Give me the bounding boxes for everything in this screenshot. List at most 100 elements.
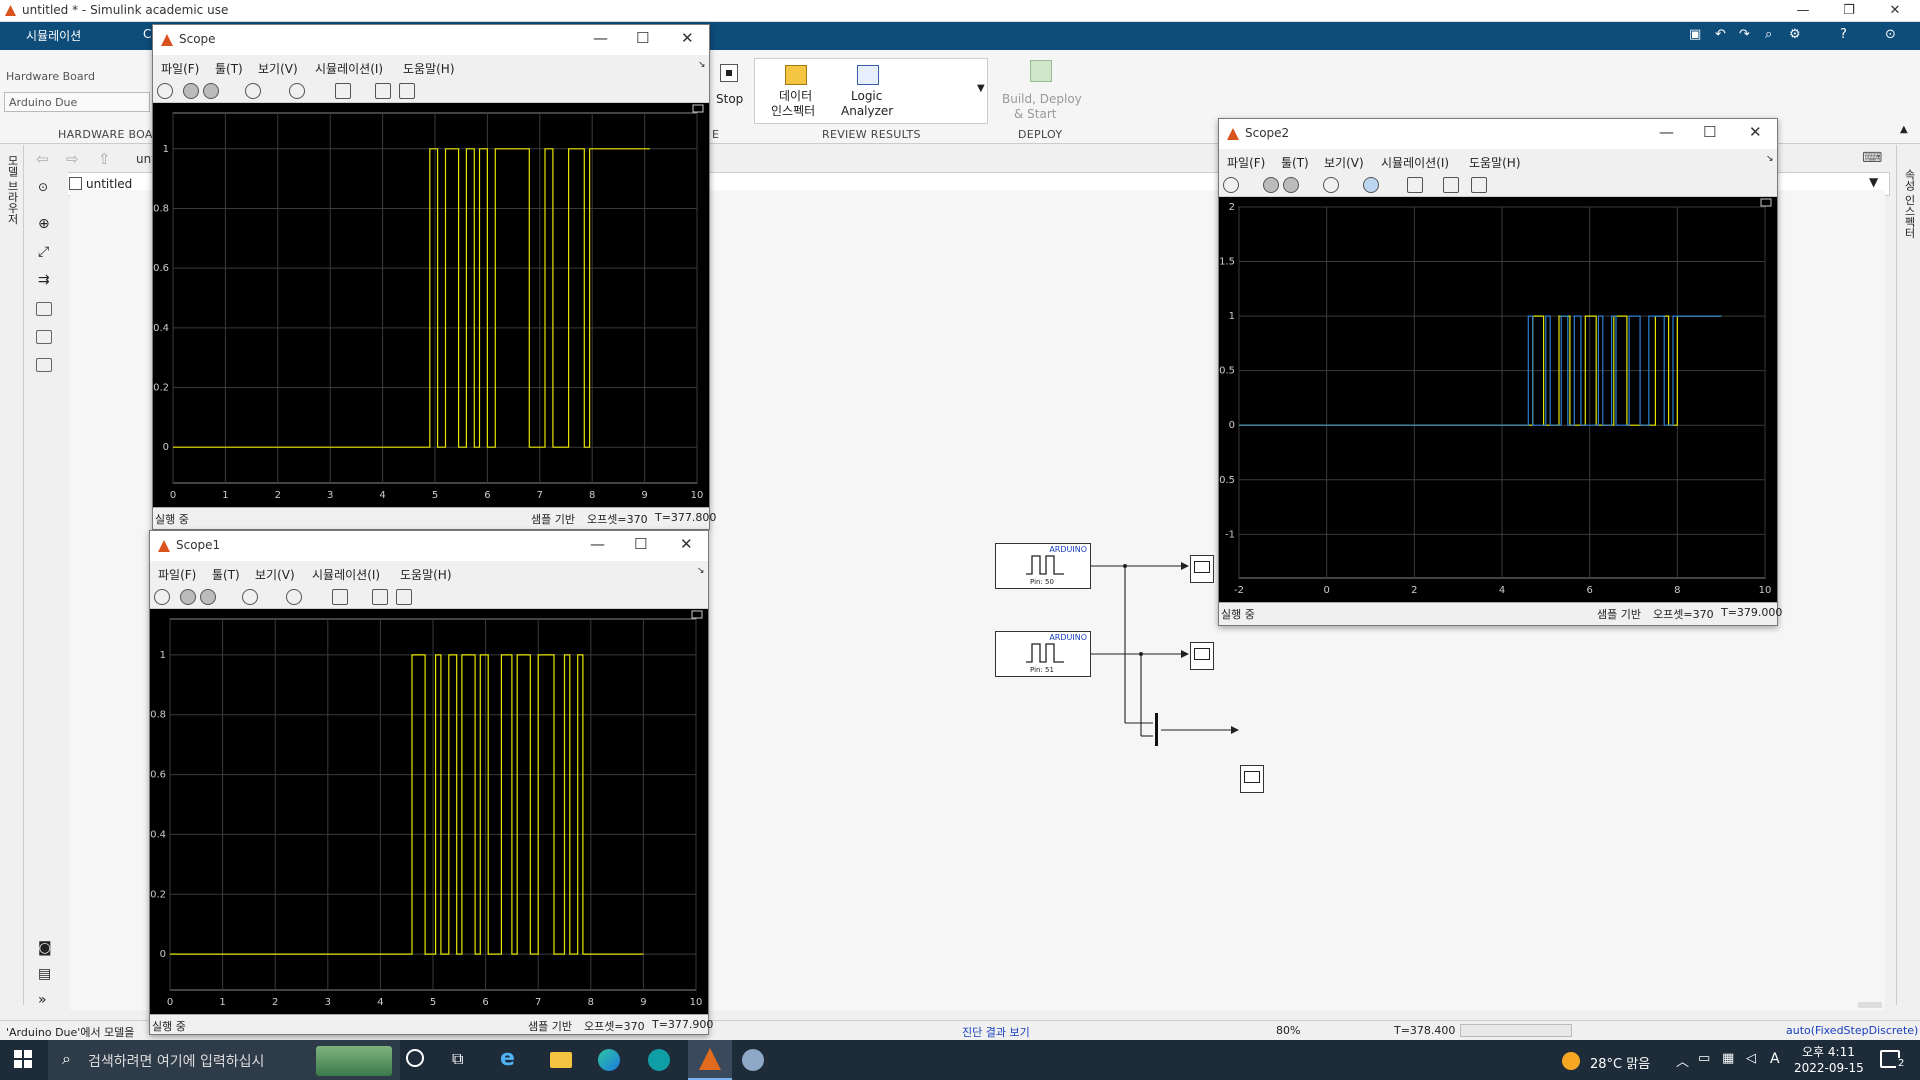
clock-date[interactable]: 2022-09-15	[1794, 1061, 1864, 1075]
minimize-icon[interactable]: —	[593, 29, 608, 47]
data-inspector-button[interactable]: 데이터 인스펙터	[765, 63, 825, 121]
scope-block-2[interactable]	[1190, 642, 1214, 670]
run-icon[interactable]	[180, 589, 196, 605]
minimize-icon[interactable]: —	[1780, 0, 1826, 22]
menu-file[interactable]: 파일(F)	[1227, 154, 1265, 171]
maximize-icon[interactable]: ☐	[636, 29, 649, 47]
scope2-chart[interactable]: -2 0 2 4 6 8 10 -1 -0.5 0 0.5 1 1.5 2	[1215, 197, 1777, 602]
arduino-ide-icon[interactable]	[648, 1049, 670, 1071]
annotation-icon[interactable]	[36, 302, 52, 316]
maximize-icon[interactable]: ☐	[634, 535, 647, 553]
help-icon[interactable]: ?	[1840, 27, 1847, 42]
menu-help[interactable]: 도움말(H)	[403, 60, 455, 77]
triggers-icon[interactable]	[242, 589, 258, 605]
run-icon[interactable]	[1263, 177, 1279, 193]
property-inspector-rail[interactable]: 속성 인스펙터	[1896, 145, 1920, 1005]
menu-tools[interactable]: 툴(T)	[1281, 154, 1309, 171]
forward-icon[interactable]: ⇨	[66, 150, 79, 168]
stop-icon[interactable]	[200, 589, 216, 605]
diagnostics-link[interactable]: 진단 결과 보기	[962, 1024, 1030, 1040]
autoscale-icon[interactable]	[335, 83, 351, 99]
tab-simulation[interactable]: 시뮬레이션	[26, 27, 81, 44]
solver-link[interactable]: auto(FixedStepDiscrete)	[1786, 1024, 1918, 1037]
back-icon[interactable]: ⇦	[36, 150, 49, 168]
settings-icon[interactable]	[1223, 177, 1239, 193]
arrow-icon[interactable]: ⇉	[38, 272, 50, 288]
measure-icon[interactable]	[1471, 177, 1487, 193]
scope1-titlebar[interactable]: Scope1 — ☐ ✕	[150, 531, 708, 561]
search-icon[interactable]: ⌕	[1765, 27, 1772, 42]
stop-icon[interactable]	[1283, 177, 1299, 193]
scope-plot-area[interactable]: 0 1 2 3 4 5 6 7 8 9 10 0 0.2 0.4 0.6 0.8 1	[153, 103, 709, 507]
undock-icon[interactable]: ↘	[697, 566, 705, 576]
camera-icon[interactable]: ◙	[38, 940, 52, 956]
canvas-scrollbar[interactable]	[1858, 1002, 1882, 1008]
cursor-icon[interactable]	[1443, 177, 1459, 193]
menu-simulation[interactable]: 시뮬레이션(I)	[312, 566, 380, 583]
undock-icon[interactable]: ↘	[1766, 154, 1774, 164]
triggers-icon[interactable]	[245, 83, 261, 99]
menu-view[interactable]: 보기(V)	[255, 566, 295, 583]
breadcrumb-dropdown-icon[interactable]: ▼	[1869, 175, 1878, 189]
build-deploy-button[interactable]: Build, Deploy & Start	[996, 58, 1086, 124]
taskbar-search[interactable]: ⌕ 검색하려면 여기에 입력하십시	[48, 1040, 400, 1080]
scope-block-3[interactable]	[1240, 765, 1264, 793]
matlab-taskbar-icon[interactable]	[688, 1040, 732, 1080]
network-icon[interactable]: ▦	[1722, 1051, 1734, 1066]
volume-icon[interactable]: ◁	[1746, 1051, 1756, 1066]
breadcrumb-untitled[interactable]: untitled	[86, 177, 132, 191]
ribbon-pin-icon[interactable]: ▲	[1900, 124, 1908, 135]
settings-icon[interactable]	[154, 589, 170, 605]
ime-indicator[interactable]: A	[1770, 1051, 1780, 1067]
minimize-icon[interactable]: —	[590, 535, 605, 553]
menu-file[interactable]: 파일(F)	[158, 566, 196, 583]
ie-icon[interactable]: e	[500, 1046, 515, 1071]
zoom-icon[interactable]	[1363, 177, 1379, 193]
scope-chart[interactable]: 0 1 2 3 4 5 6 7 8 9 10 0 0.2 0.4 0.6 0.8 1	[153, 103, 709, 507]
fit-view-icon[interactable]: ⤢	[38, 244, 49, 260]
menu-view[interactable]: 보기(V)	[258, 60, 298, 77]
stop-icon[interactable]	[203, 83, 219, 99]
task-view-icon[interactable]: ⧉	[452, 1049, 463, 1069]
run-icon[interactable]	[183, 83, 199, 99]
tab-c[interactable]: C	[143, 27, 151, 41]
close-icon[interactable]: ✕	[681, 29, 694, 47]
maximize-axes-icon[interactable]	[1760, 198, 1772, 207]
menu-view[interactable]: 보기(V)	[1324, 154, 1364, 171]
maximize-axes-icon[interactable]	[691, 610, 703, 619]
maximize-axes-icon[interactable]	[692, 104, 704, 113]
edge-icon[interactable]	[598, 1049, 620, 1071]
hardware-board-select[interactable]: Arduino Due	[4, 92, 150, 112]
zoom-icon[interactable]: ⊕	[38, 216, 50, 232]
undo-icon[interactable]: ↶	[1715, 27, 1726, 42]
arduino-digital-input-pin50[interactable]: ARDUINO Pin: 50	[995, 543, 1091, 589]
menu-tools[interactable]: 툴(T)	[212, 566, 240, 583]
menu-help[interactable]: 도움말(H)	[400, 566, 452, 583]
area-icon[interactable]	[36, 358, 52, 372]
menu-help[interactable]: 도움말(H)	[1469, 154, 1521, 171]
review-more-icon[interactable]: ▼	[977, 83, 985, 94]
image-icon[interactable]	[36, 330, 52, 344]
close-icon[interactable]: ✕	[1872, 0, 1918, 22]
triggers-icon[interactable]	[1323, 177, 1339, 193]
scope-titlebar[interactable]: Scope — ☐ ✕	[153, 25, 709, 55]
simulink-taskbar-icon[interactable]	[742, 1049, 764, 1071]
measure-icon[interactable]	[399, 83, 415, 99]
scope-block-1[interactable]	[1190, 555, 1214, 583]
cortana-icon[interactable]	[406, 1049, 424, 1067]
cursor-icon[interactable]	[372, 589, 388, 605]
settings-icon[interactable]	[157, 83, 173, 99]
autoscale-icon[interactable]	[1407, 177, 1423, 193]
explorer-bar-icon[interactable]: ▤	[38, 966, 51, 982]
autoscale-icon[interactable]	[332, 589, 348, 605]
menu-simulation[interactable]: 시뮬레이션(I)	[315, 60, 383, 77]
weather-text[interactable]: 28°C 맑음	[1590, 1053, 1650, 1072]
menu-tools[interactable]: 툴(T)	[215, 60, 243, 77]
menu-file[interactable]: 파일(F)	[161, 60, 199, 77]
scope2-titlebar[interactable]: Scope2 — ☐ ✕	[1219, 119, 1777, 149]
scope2-plot-area[interactable]: -2 0 2 4 6 8 10 -1 -0.5 0 0.5 1 1.5 2	[1215, 197, 1777, 602]
cursor-icon[interactable]	[375, 83, 391, 99]
expand-rail-icon[interactable]: »	[38, 992, 47, 1008]
restore-icon[interactable]: ❐	[1826, 0, 1872, 22]
close-icon[interactable]: ✕	[680, 535, 693, 553]
